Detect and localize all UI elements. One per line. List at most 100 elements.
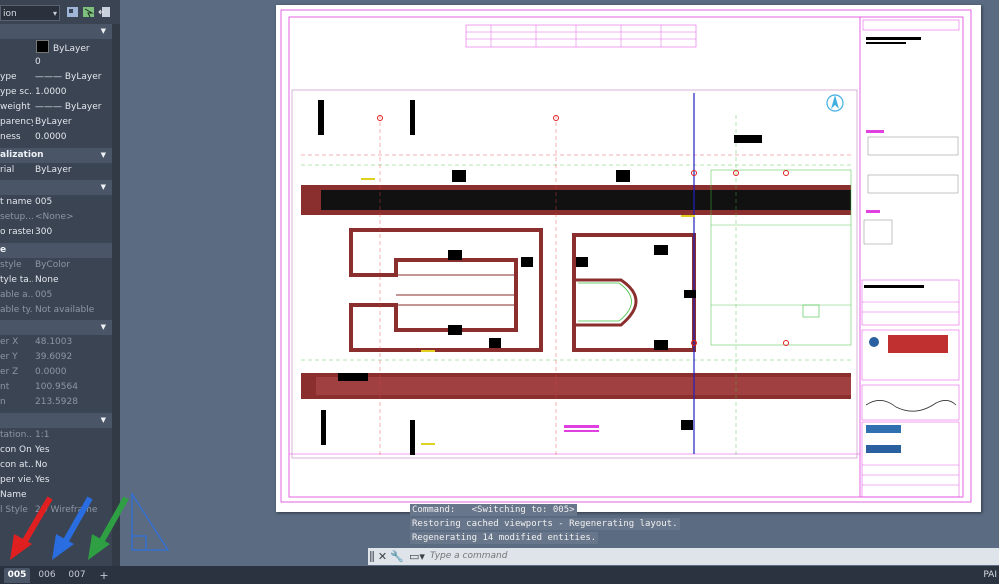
prop-value: Not available [35,305,95,315]
prop-row-plot-style[interactable]: style ByColor [0,258,112,273]
section-plot[interactable]: ▼ [0,180,112,195]
prop-row-material[interactable]: rial ByLayer [0,163,112,178]
prop-name: n [0,397,6,407]
prop-row-plot-table-type[interactable]: able ty... Not available [0,303,112,318]
prop-row-center-x[interactable]: er X 48.1003 [0,335,112,350]
close-icon[interactable]: ✕ [376,549,389,564]
quick-select-icon[interactable] [98,6,111,18]
ucs-icon [131,492,170,551]
grip-icon[interactable] [370,550,374,563]
prop-row-layout-name[interactable]: t name 005 [0,195,112,210]
prop-name: er Y [0,352,18,362]
prop-value: None [35,275,59,285]
prop-name: er Z [0,367,19,377]
prop-row-dpi-raster[interactable]: o raster 300 [0,225,112,240]
section-view[interactable]: ▼ [0,320,112,335]
prop-row-annotation-scale[interactable]: tation... 1:1 [0,428,112,443]
prop-row-height[interactable]: nt 100.9564 [0,380,112,395]
prop-value: 48.1003 [35,337,73,347]
prop-value: ——— ByLayer [35,102,102,112]
section-misc[interactable]: ▼ [0,413,112,428]
collapse-icon: ▼ [100,183,106,191]
collapse-icon: ▼ [100,27,106,35]
green-annotation-arrow [88,496,129,560]
drawing-canvas[interactable] [276,5,981,512]
prop-value: Yes [35,445,50,455]
prop-row-ucs-icon-on[interactable]: con On Yes [0,443,112,458]
prop-name: ype sc... [0,87,33,97]
prop-row-color[interactable]: ByLayer [0,40,112,55]
prop-name: nt [0,382,10,392]
prop-name: con at... [0,460,33,470]
prop-name: tyle ta... [0,275,33,285]
prop-name: er X [0,337,19,347]
prop-name: rial [0,165,15,175]
section-plot-style[interactable]: e [0,243,112,258]
prop-row-ucs-per-viewport[interactable]: per vie... Yes [0,473,112,488]
prop-name: o raster [0,227,33,237]
tab-007[interactable]: 007 [64,568,90,583]
prop-row-layer[interactable]: 0 [0,55,112,70]
prop-name: able ty... [0,305,33,315]
add-layout-button[interactable]: + [96,568,112,583]
prop-value: 005 [35,197,53,207]
collapse-icon: ▼ [100,416,106,424]
toggle-pickadd-icon[interactable] [66,6,79,18]
prop-value: ByColor [35,260,70,270]
prop-row-center-y[interactable]: er Y 39.6092 [0,350,112,365]
prop-row-plot-table-attached[interactable]: able a... 005 [0,288,112,303]
prop-row-lineweight[interactable]: weight ——— ByLayer [0,100,112,115]
prop-name: con On [0,445,32,455]
tab-005[interactable]: 005 [4,568,30,583]
prop-value: 005 [35,290,53,300]
status-paper-toggle[interactable]: PAI [983,568,997,583]
prop-value: 39.6092 [35,352,73,362]
prop-row-thickness[interactable]: ness 0.0000 [0,130,112,145]
prop-value: 0.0000 [35,367,67,377]
properties-palette: ion ▾ ▼ ByLayer 0 ype ——— ByLayer ype sc… [0,0,120,566]
select-objects-icon[interactable] [82,6,95,18]
prop-value: Yes [35,475,50,485]
recent-commands-icon[interactable]: ▭▾ [408,549,426,564]
object-type-value: ion [3,9,17,19]
prop-name: able a... [0,290,33,300]
section-title: alization [0,150,44,160]
prop-value: ByLayer [53,44,90,54]
palette-scrollbar[interactable] [112,24,120,566]
section-visualization[interactable]: alization ▼ [0,148,112,163]
command-history-line: Regenerating 14 modified entities. [410,532,599,544]
prop-name: parency [0,117,33,127]
prop-row-page-setup[interactable]: setup... <None> [0,210,112,225]
prop-value: 0.0000 [35,132,67,142]
object-type-dropdown[interactable]: ion ▾ [0,5,60,21]
tab-006[interactable]: 006 [34,568,60,583]
section-general[interactable]: ▼ [0,24,112,39]
prop-row-ucs-icon-at-origin[interactable]: con at... No [0,458,112,473]
layout-sheet[interactable] [276,5,981,512]
command-input[interactable] [430,549,990,564]
wrench-icon[interactable]: 🔧 [390,549,404,564]
prop-row-width[interactable]: n 213.5928 [0,395,112,410]
prop-value: 300 [35,227,53,237]
color-swatch [36,40,49,53]
prop-value: No [35,460,48,470]
command-history-line: Restoring cached viewports - Regeneratin… [410,518,680,530]
prop-value: ByLayer [35,117,72,127]
prop-row-linetype-scale[interactable]: ype sc... 1.0000 [0,85,112,100]
prop-name: t name [0,197,32,207]
prop-row-center-z[interactable]: er Z 0.0000 [0,365,112,380]
command-history-line: Command: <Switching to: 005> [410,504,577,516]
prop-value: ——— ByLayer [35,72,102,82]
chevron-down-icon: ▾ [52,9,57,18]
command-line: ✕ 🔧 ▭▾ [368,548,999,565]
prop-value: 0 [35,57,41,67]
prop-value: <None> [35,212,74,222]
prop-value: 213.5928 [35,397,78,407]
prop-row-linetype[interactable]: ype ——— ByLayer [0,70,112,85]
prop-value: ByLayer [35,165,72,175]
prop-value: 100.9564 [35,382,78,392]
prop-row-transparency[interactable]: parency ByLayer [0,115,112,130]
prop-row-plot-style-table[interactable]: tyle ta... None [0,273,112,288]
prop-name: ype [0,72,17,82]
prop-name: setup... [0,212,33,222]
